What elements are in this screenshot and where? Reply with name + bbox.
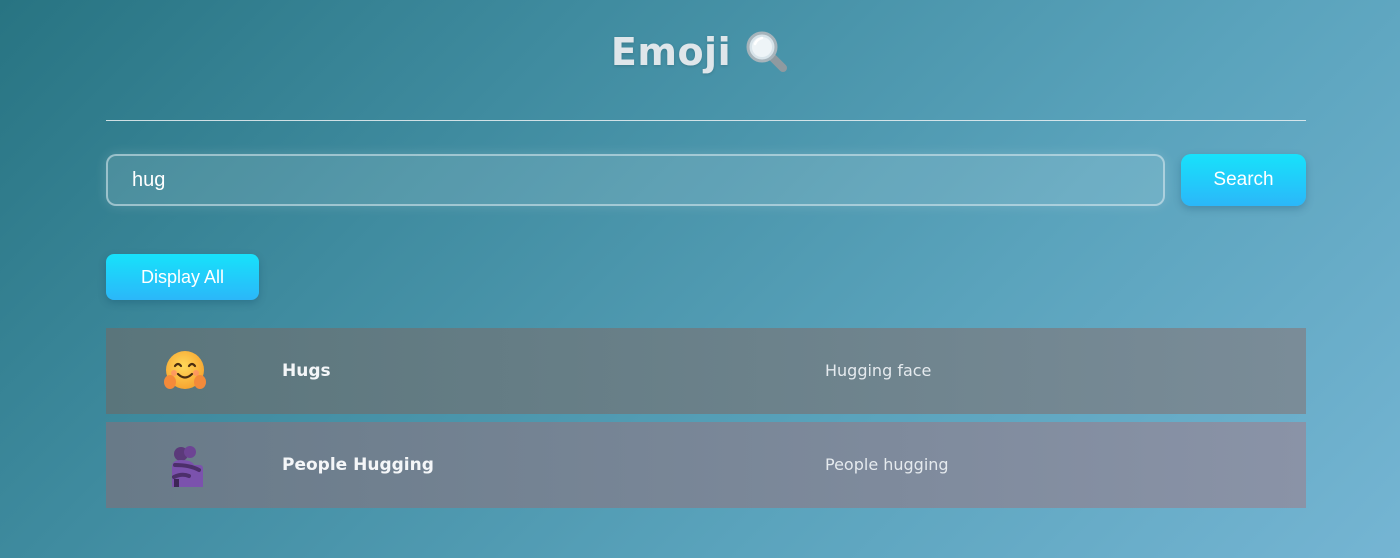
result-description: People hugging	[825, 455, 949, 474]
page-title-text: Emoji	[610, 30, 732, 74]
result-description: Hugging face	[825, 361, 932, 380]
result-row-hugs[interactable]: Hugs Hugging face	[106, 328, 1306, 414]
header-divider	[106, 120, 1306, 121]
results-list: Hugs Hugging face People Hugging People …	[106, 328, 1306, 516]
result-row-people-hugging[interactable]: People Hugging People hugging	[106, 422, 1306, 508]
result-name: Hugs	[282, 361, 331, 381]
people-hugging-emoji-icon	[172, 446, 203, 487]
search-input[interactable]	[106, 154, 1165, 206]
hugging-face-emoji-icon	[164, 351, 206, 389]
result-name: People Hugging	[282, 455, 434, 475]
display-all-button[interactable]: Display All	[106, 254, 259, 300]
search-button[interactable]: Search	[1181, 154, 1306, 206]
page-title: Emoji	[0, 28, 1400, 76]
magnifying-glass-icon	[746, 31, 788, 72]
